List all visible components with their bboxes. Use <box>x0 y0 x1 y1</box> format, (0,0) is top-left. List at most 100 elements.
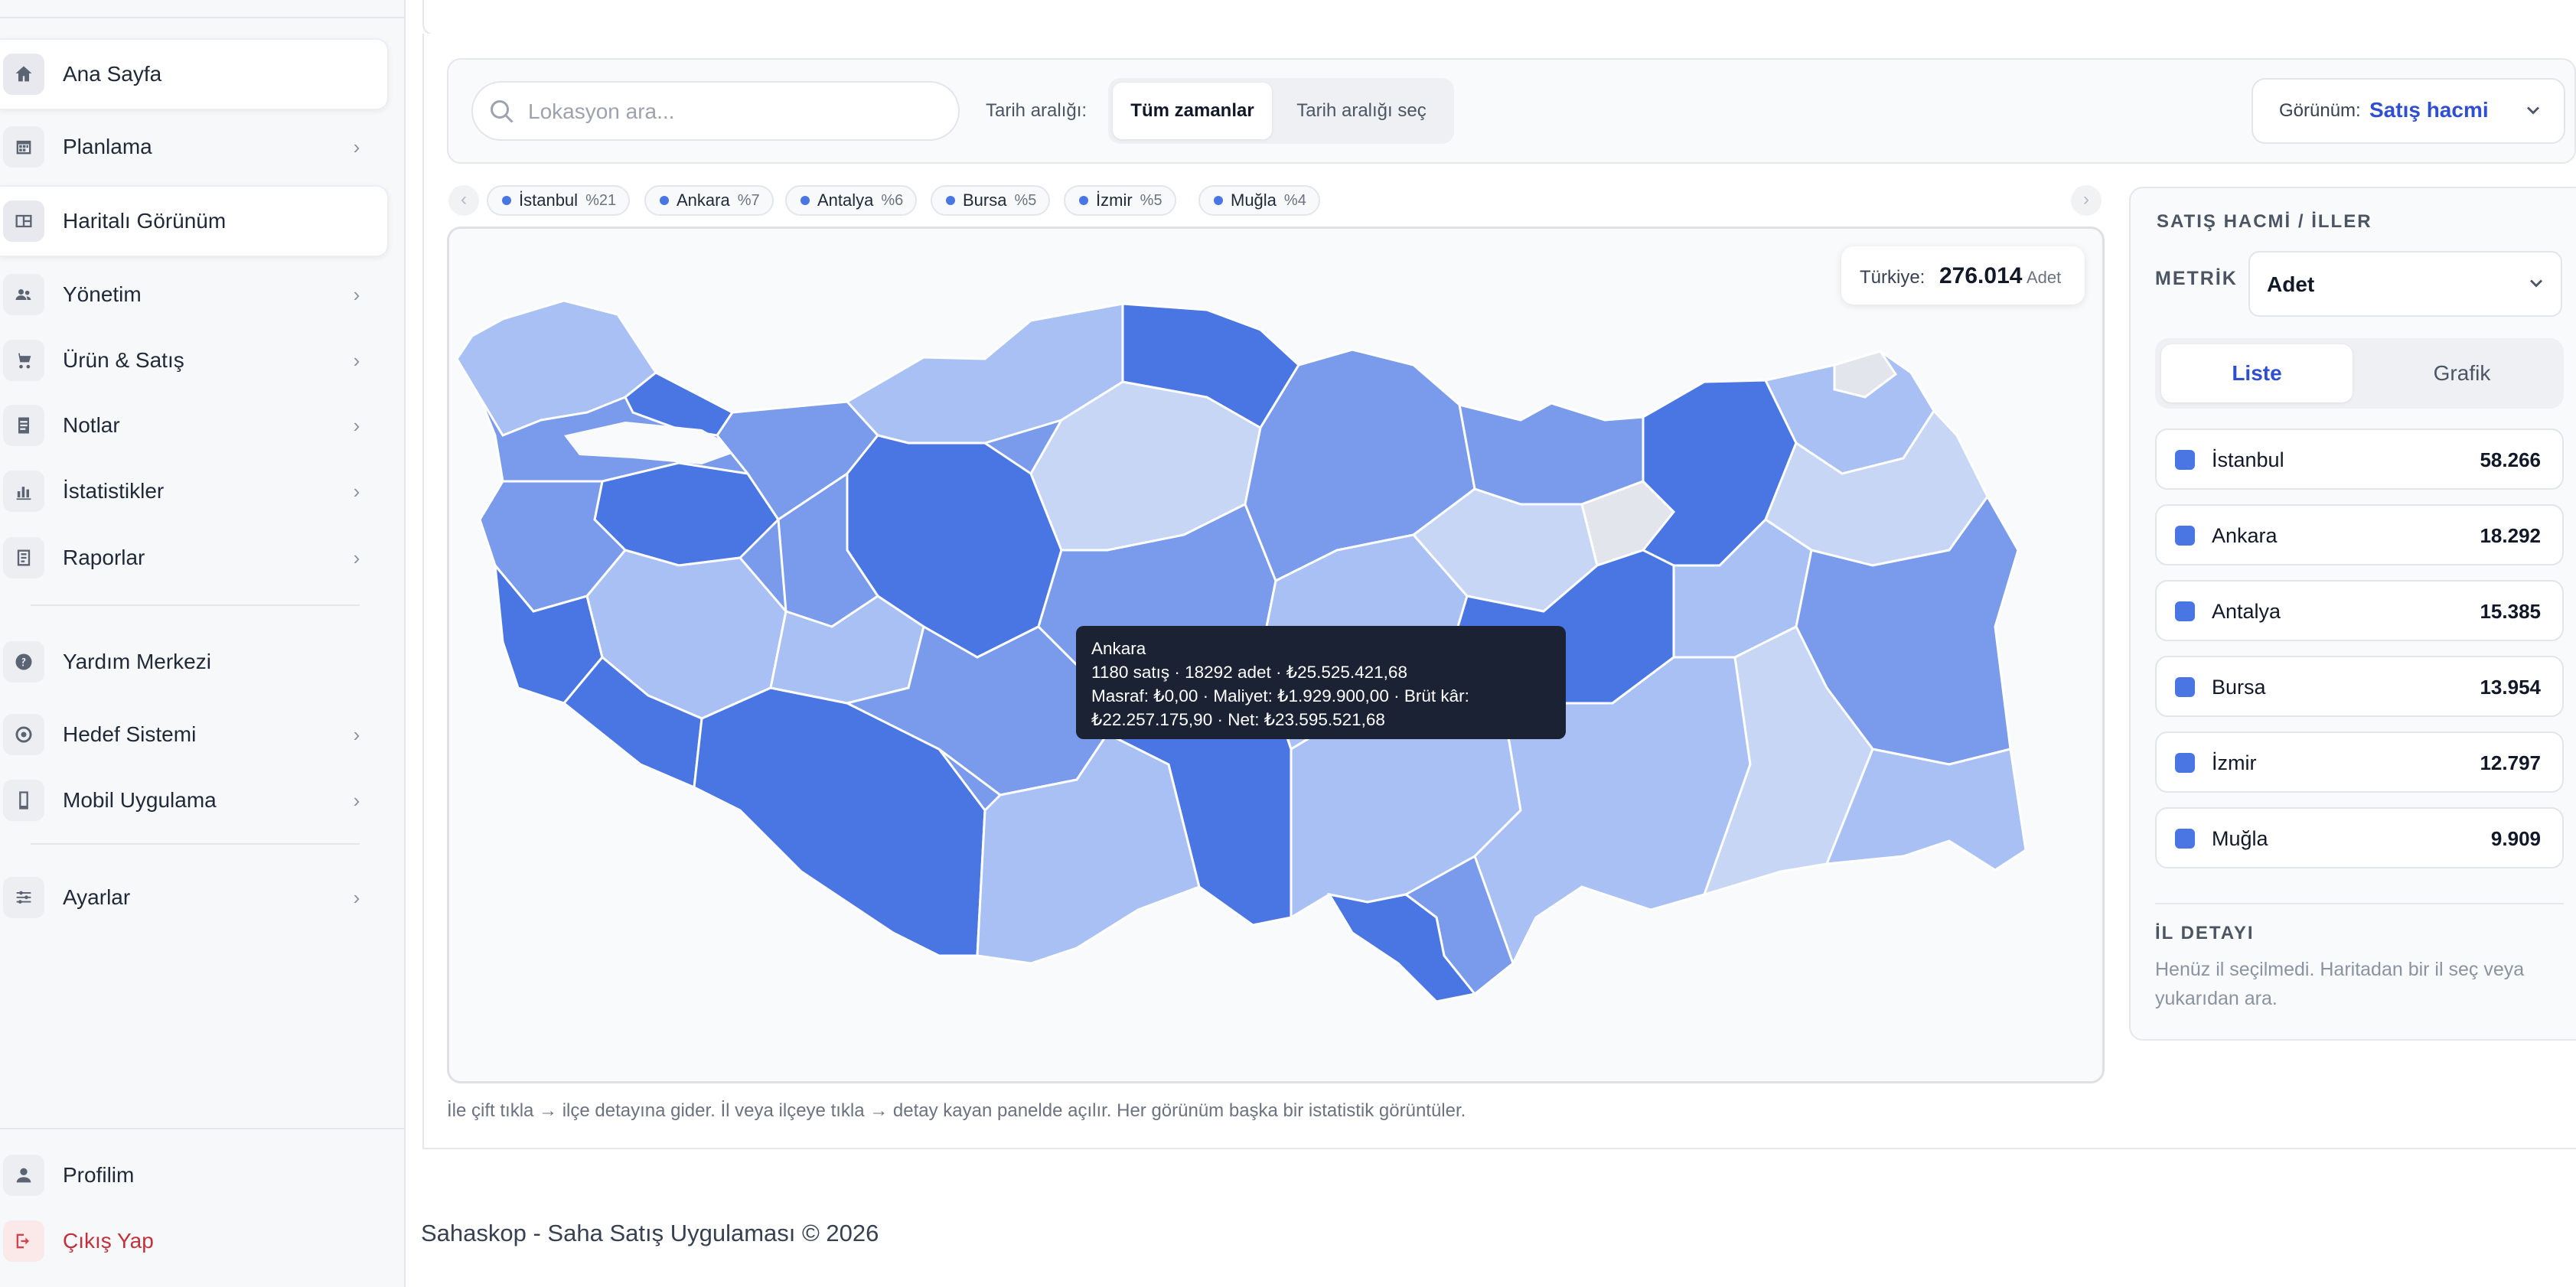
chevron-right-icon: › <box>353 349 360 372</box>
map-usage-hint: İle çift tıkla → ilçe detayına gider. İl… <box>447 1100 1466 1121</box>
chevron-right-icon: › <box>353 480 360 503</box>
view-select[interactable]: Görünüm: Satış hacmi <box>2252 78 2565 144</box>
report-icon <box>3 537 44 578</box>
province-value: 15.385 <box>2480 600 2541 623</box>
total-label: Türkiye: <box>1860 267 1925 288</box>
chevron-right-icon: › <box>353 886 360 909</box>
search-icon <box>491 100 514 123</box>
sidebar-item-label: Ayarlar <box>63 885 131 909</box>
province-value: 58.266 <box>2480 448 2541 471</box>
sidebar-item-label: Çıkış Yap <box>63 1229 154 1253</box>
province-row[interactable]: Muğla 9.909 <box>2155 807 2564 868</box>
date-range-toggle: Tüm zamanlar Tarih aralığı seç <box>1108 78 1454 144</box>
date-all-time-button[interactable]: Tüm zamanlar <box>1113 83 1272 139</box>
province-detail-empty-text: Henüz il seçilmedi. Haritadan bir il seç… <box>2155 959 2525 1009</box>
chip-label: Bursa <box>963 191 1007 210</box>
sidebar-item-label: Hedef Sistemi <box>63 722 197 746</box>
total-value: 276.014 <box>1939 263 2023 288</box>
tooltip-line: Masraf: ₺0,00 · Maliyet: ₺1.929.900,00 ·… <box>1091 686 1469 705</box>
sidebar-item-management[interactable]: Yönetim › <box>0 260 387 329</box>
chip-dot <box>801 196 810 205</box>
sidebar-item-logout[interactable]: Çıkış Yap <box>0 1207 387 1276</box>
provinces-panel: SATIŞ HACMİ / İLLER METRİK Adet Liste Gr… <box>2129 187 2576 1041</box>
chevron-right-icon: › <box>353 135 360 158</box>
sidebar-item-map-view[interactable]: Haritalı Görünüm <box>0 185 389 257</box>
tab-chart[interactable]: Grafik <box>2366 344 2558 402</box>
province-chip-antalya[interactable]: Antalya %6 <box>785 185 918 216</box>
province-name: Ankara <box>2212 524 2278 547</box>
chevron-right-icon: › <box>353 546 360 569</box>
panel-divider <box>2155 903 2564 904</box>
province-chip-mugla[interactable]: Muğla %4 <box>1198 185 1320 216</box>
sidebar-item-label: Haritalı Görünüm <box>63 209 227 233</box>
user-icon <box>3 1155 44 1196</box>
color-swatch <box>2175 450 2195 470</box>
chevron-right-icon: › <box>353 283 360 306</box>
chip-percent: %6 <box>881 191 904 209</box>
province-name: İstanbul <box>2212 448 2284 471</box>
sidebar-item-help-center[interactable]: Yardım Merkezi <box>0 627 387 696</box>
sidebar-item-reports[interactable]: Raporlar › <box>0 523 387 592</box>
sidebar-item-label: Mobil Uygulama <box>63 788 217 812</box>
chip-dot <box>946 196 955 205</box>
color-swatch <box>2175 677 2195 697</box>
map-icon <box>3 200 44 242</box>
sidebar-item-notes[interactable]: Notlar › <box>0 391 387 460</box>
map-region-trabzon[interactable] <box>1458 402 1645 506</box>
mobile-icon <box>3 780 44 821</box>
province-name: Muğla <box>2212 827 2268 850</box>
chip-dot <box>502 196 511 205</box>
sidebar-item-label: İstatistikler <box>63 479 165 503</box>
chip-percent: %4 <box>1283 191 1306 209</box>
turkey-total-badge: Türkiye: 276.014 Adet <box>1841 246 2085 305</box>
view-select-value: Satış hacmi <box>2369 98 2489 122</box>
province-row[interactable]: Bursa 13.954 <box>2155 656 2564 717</box>
footer-copyright: Sahaskop - Saha Satış Uygulaması © 2026 <box>421 1220 879 1246</box>
chevron-down-icon <box>2527 106 2539 115</box>
sidebar-item-planning[interactable]: Planlama › <box>0 112 387 181</box>
sidebar-top-edge <box>0 0 404 18</box>
sidebar-item-mobile-app[interactable]: Mobil Uygulama › <box>0 766 387 835</box>
metric-select-value: Adet <box>2267 272 2315 296</box>
color-swatch <box>2175 526 2195 546</box>
sidebar-item-profile[interactable]: Profilim <box>0 1141 387 1210</box>
chevron-right-icon: › <box>353 414 360 437</box>
sidebar-item-label: Ürün & Satış <box>63 348 184 372</box>
province-chip-istanbul[interactable]: İstanbul %21 <box>487 185 631 216</box>
sidebar-item-label: Yardım Merkezi <box>63 650 211 673</box>
cart-icon <box>3 340 44 381</box>
chips-scroll-right-button[interactable]: › <box>2071 185 2102 216</box>
sidebar-item-label: Planlama <box>63 135 152 158</box>
sidebar-item-statistics[interactable]: İstatistikler › <box>0 457 387 526</box>
sidebar-item-products-sales[interactable]: Ürün & Satış › <box>0 326 387 395</box>
province-chip-izmir[interactable]: İzmir %5 <box>1064 185 1176 216</box>
date-range-picker-button[interactable]: Tarih aralığı seç <box>1273 83 1449 139</box>
users-icon <box>3 274 44 315</box>
chip-dot <box>660 196 669 205</box>
search-input[interactable] <box>527 93 943 130</box>
province-row[interactable]: İzmir 12.797 <box>2155 731 2564 793</box>
tab-list[interactable]: Liste <box>2161 344 2353 402</box>
chips-scroll-left-button[interactable]: ‹ <box>448 185 479 216</box>
chip-percent: %5 <box>1014 191 1037 209</box>
sidebar-item-label: Ana Sayfa <box>63 62 162 86</box>
sidebar-item-home[interactable]: Ana Sayfa <box>0 38 389 110</box>
tooltip-line: ₺22.257.175,90 · Net: ₺23.595.521,68 <box>1091 710 1385 729</box>
chip-percent: %5 <box>1140 191 1162 209</box>
province-value: 12.797 <box>2480 751 2541 774</box>
color-swatch <box>2175 753 2195 773</box>
note-icon <box>3 405 44 446</box>
home-icon <box>3 54 44 95</box>
sidebar-item-settings[interactable]: Ayarlar › <box>0 863 387 932</box>
province-row[interactable]: Ankara 18.292 <box>2155 504 2564 565</box>
sidebar-item-target-system[interactable]: Hedef Sistemi › <box>0 700 387 769</box>
top-header-bar <box>422 0 2576 35</box>
province-row[interactable]: İstanbul 58.266 <box>2155 428 2564 490</box>
chip-label: Muğla <box>1231 191 1277 210</box>
province-row[interactable]: Antalya 15.385 <box>2155 580 2564 641</box>
metric-select[interactable]: Adet <box>2248 251 2562 317</box>
location-search <box>471 81 960 141</box>
province-name: Antalya <box>2212 600 2281 623</box>
province-chip-ankara[interactable]: Ankara %7 <box>644 185 774 216</box>
province-chip-bursa[interactable]: Bursa %5 <box>931 185 1051 216</box>
